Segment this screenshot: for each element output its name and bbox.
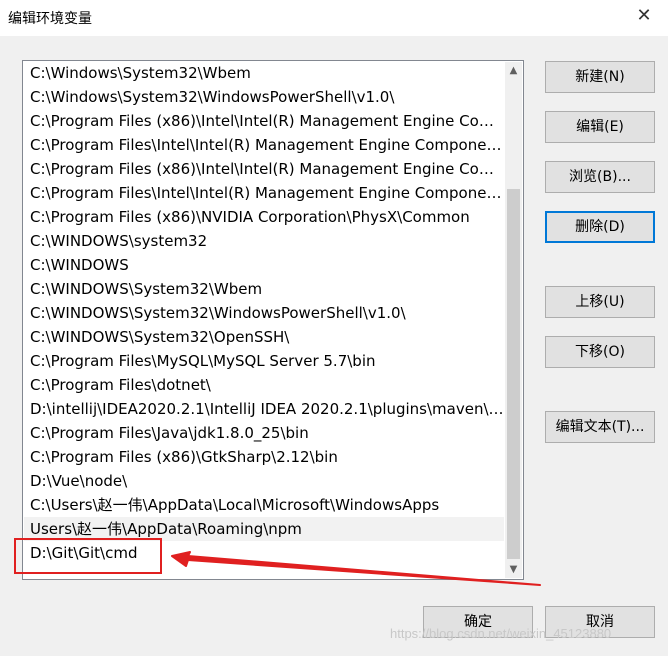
watermark: https://blog.csdn.net/weixin_45123880	[390, 626, 612, 641]
annotation-arrow-icon	[171, 551, 541, 586]
